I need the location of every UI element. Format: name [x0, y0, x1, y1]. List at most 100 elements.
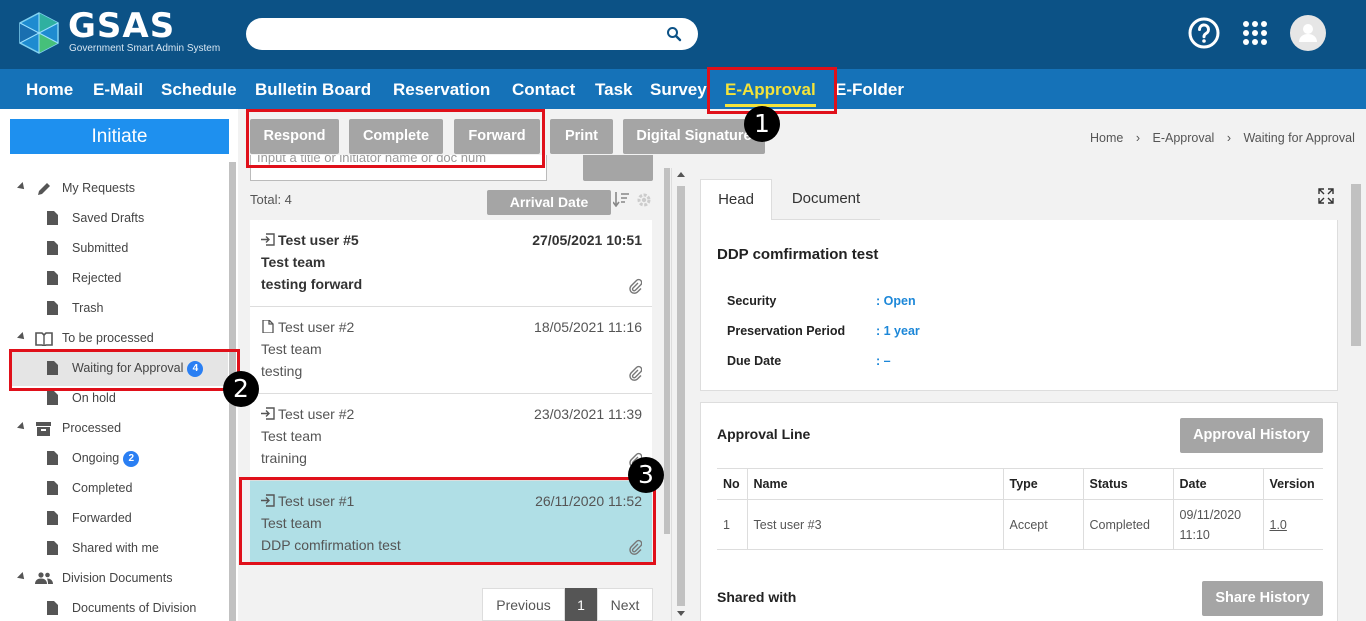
col-header-status: Status — [1082, 468, 1173, 500]
nav-survey[interactable]: Survey — [650, 69, 707, 109]
list-search-input[interactable]: Input a title or initiator name or doc n… — [250, 155, 547, 181]
document-icon — [47, 361, 58, 375]
complete-button[interactable]: Complete — [349, 119, 443, 154]
sender-name: Test user #5 — [278, 232, 359, 248]
nav-e-approval[interactable]: E-Approval — [725, 69, 816, 109]
security-value: : Open — [876, 294, 916, 308]
list-scrollbar[interactable] — [664, 168, 670, 534]
expand-icon[interactable] — [1318, 188, 1334, 204]
initiate-button[interactable]: Initiate — [10, 119, 229, 154]
pager-next-button[interactable]: Next — [597, 588, 653, 621]
sidebar-item-trash[interactable]: Trash — [72, 301, 104, 315]
col-header-date: Date — [1172, 468, 1263, 500]
list-item[interactable]: Test user #2 18/05/2021 11:16 Test team … — [250, 307, 652, 394]
col-header-version: Version — [1262, 468, 1323, 500]
count-badge: 2 — [123, 451, 140, 467]
due-date-value: : – — [876, 354, 891, 368]
nav-e-approval-label: E-Approval — [725, 80, 816, 99]
nav-e-folder[interactable]: E-Folder — [835, 69, 904, 109]
step-marker-2: 2 — [223, 371, 259, 407]
sidebar-item-submitted[interactable]: Submitted — [72, 241, 128, 255]
sidebar-item-on-hold[interactable]: On hold — [72, 391, 116, 405]
step-marker-3: 3 — [628, 457, 664, 493]
col-header-type: Type — [1002, 468, 1083, 500]
forward-button[interactable]: Forward — [454, 119, 540, 154]
scroll-down-arrow-icon[interactable] — [677, 611, 685, 616]
breadcrumb-e-approval[interactable]: E-Approval — [1152, 131, 1214, 145]
document-icon — [47, 451, 58, 465]
list-item[interactable]: Test user #5 27/05/2021 10:51 Test team … — [250, 220, 652, 307]
panel-divider — [671, 168, 672, 621]
step-marker-1: 1 — [744, 106, 780, 142]
list-item-title: training — [261, 450, 307, 466]
list-item-date: 23/03/2021 11:39 — [534, 406, 642, 422]
document-title: DDP comfirmation test — [717, 246, 879, 263]
list-search-placeholder: Input a title or initiator name or doc n… — [257, 155, 487, 165]
archive-box-icon — [36, 422, 51, 436]
apps-grid-icon[interactable] — [1238, 16, 1272, 50]
sidebar-item-rejected[interactable]: Rejected — [72, 271, 121, 285]
preservation-period-label: Preservation Period — [727, 324, 846, 338]
sort-arrival-date-button[interactable]: Arrival Date — [487, 190, 611, 215]
cell-date: 09/11/2020 11:10 — [1172, 499, 1263, 550]
global-search-input[interactable] — [246, 18, 698, 50]
sender-name: Test user #2 — [278, 406, 355, 422]
tab-head[interactable]: Head — [700, 179, 772, 221]
list-item-date: 26/11/2020 11:52 — [535, 493, 642, 509]
nav-active-underline — [725, 104, 816, 107]
print-button[interactable]: Print — [550, 119, 613, 154]
sidebar-item-ongoing[interactable]: Ongoing 2 — [72, 451, 140, 467]
help-icon[interactable] — [1187, 16, 1221, 50]
list-item-selected[interactable]: Test user #1 26/11/2020 11:52 Test team … — [250, 481, 652, 565]
sidebar-item-forwarded[interactable]: Forwarded — [72, 511, 132, 525]
sidebar-group-my-requests[interactable]: My Requests — [62, 181, 135, 195]
document-icon — [47, 541, 58, 555]
list-item-sender: Test user #5 — [261, 232, 359, 248]
settings-gear-icon[interactable] — [636, 192, 652, 208]
preservation-period-value: : 1 year — [876, 324, 920, 338]
document-icon — [47, 241, 58, 255]
attachment-icon — [629, 278, 642, 294]
share-history-button[interactable]: Share History — [1202, 581, 1323, 616]
sidebar-item-saved-drafts[interactable]: Saved Drafts — [72, 211, 144, 225]
col-header-no: No — [717, 468, 747, 500]
sidebar-group-division-documents[interactable]: Division Documents — [62, 571, 172, 585]
approval-history-button[interactable]: Approval History — [1180, 418, 1323, 453]
tab-document[interactable]: Document — [772, 179, 880, 220]
nav-task[interactable]: Task — [595, 69, 633, 109]
approval-line-heading: Approval Line — [717, 426, 811, 442]
pager-page-1[interactable]: 1 — [565, 588, 597, 621]
list-item-title: DDP comfirmation test — [261, 537, 401, 553]
sort-order-icon[interactable] — [613, 192, 629, 207]
list-item[interactable]: Test user #2 23/03/2021 11:39 Test team … — [250, 394, 652, 481]
inbox-icon — [261, 407, 275, 420]
detail-outer-scrollbar[interactable] — [1351, 184, 1361, 346]
cell-type: Accept — [1002, 499, 1083, 550]
breadcrumb-home[interactable]: Home — [1090, 131, 1123, 145]
sidebar-group-to-be-processed[interactable]: To be processed — [62, 331, 154, 345]
nav-contact[interactable]: Contact — [512, 69, 575, 109]
sender-name: Test user #1 — [278, 493, 355, 509]
pager-previous-button[interactable]: Previous — [482, 588, 565, 621]
list-item-date: 18/05/2021 11:16 — [534, 319, 642, 335]
sidebar-item-completed[interactable]: Completed — [72, 481, 132, 495]
sidebar-item-shared-with-me[interactable]: Shared with me — [72, 541, 159, 555]
document-icon — [47, 301, 58, 315]
nav-schedule[interactable]: Schedule — [161, 69, 237, 109]
user-avatar-icon[interactable] — [1290, 15, 1326, 51]
sidebar-group-processed[interactable]: Processed — [62, 421, 121, 435]
due-date-label: Due Date — [727, 354, 782, 368]
inbox-icon — [261, 233, 275, 246]
nav-bulletin-board[interactable]: Bulletin Board — [255, 69, 371, 109]
nav-home[interactable]: Home — [26, 69, 73, 109]
document-icon — [47, 511, 58, 525]
search-icon[interactable] — [666, 26, 682, 42]
sidebar-item-documents-of-division[interactable]: Documents of Division — [72, 601, 196, 615]
detail-scrollbar[interactable] — [677, 186, 685, 606]
nav-reservation[interactable]: Reservation — [393, 69, 490, 109]
list-search-button[interactable] — [583, 155, 653, 181]
scroll-up-arrow-icon[interactable] — [677, 172, 685, 177]
version-link[interactable]: 1.0 — [1262, 499, 1323, 550]
nav-email[interactable]: E-Mail — [93, 69, 143, 109]
respond-button[interactable]: Respond — [250, 119, 339, 154]
